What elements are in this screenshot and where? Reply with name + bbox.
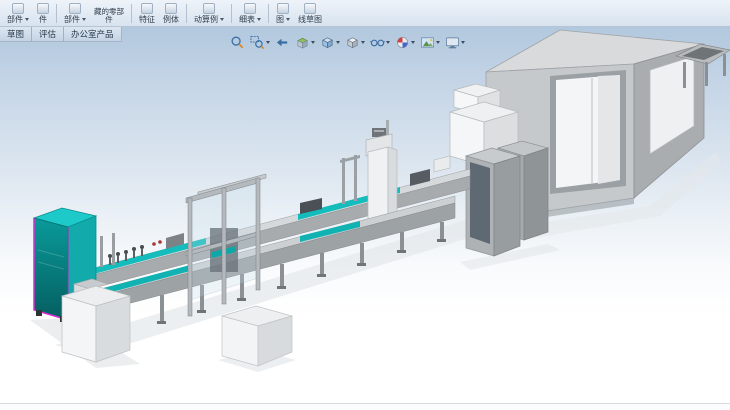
- viewport-bottom-border: [0, 403, 730, 410]
- viewport-3d-scene: [0, 0, 730, 410]
- edit-appearance-icon: [395, 35, 410, 50]
- ribbon-item-label: 部件: [64, 15, 80, 24]
- chevron-down-icon: [436, 41, 440, 44]
- ribbon-icon: [277, 3, 289, 14]
- ribbon-item-label: 图: [276, 15, 284, 24]
- zoom-area-icon: [250, 35, 265, 50]
- main-conveyor-back-rail[interactable]: [86, 169, 470, 290]
- edit-appearance-button[interactable]: [393, 31, 417, 53]
- command-tab-strip: 草图 评估 办公室产品: [0, 27, 122, 42]
- chevron-down-icon: [411, 41, 415, 44]
- tab-evaluate[interactable]: 评估: [32, 27, 64, 41]
- ribbon-icon: [244, 3, 256, 14]
- zoom-fit-icon: [230, 35, 245, 50]
- previous-view-button[interactable]: [273, 31, 292, 53]
- ribbon-item-label: 例体: [163, 15, 179, 24]
- chevron-down-icon: [361, 41, 365, 44]
- ribbon-icon: [141, 3, 153, 14]
- ribbon-item-0[interactable]: 部件: [3, 0, 33, 26]
- display-style-icon: [345, 35, 360, 50]
- hide-show-items-icon: [370, 35, 385, 50]
- tab-sketch[interactable]: 草图: [0, 27, 32, 41]
- ribbon-separator: [56, 4, 57, 23]
- zoom-fit-button[interactable]: [228, 31, 247, 53]
- chevron-down-icon: [220, 18, 224, 21]
- view-settings-icon: [445, 35, 460, 50]
- ribbon-item-label: 细表: [239, 15, 255, 24]
- ribbon-item-label: 特征: [139, 15, 155, 24]
- section-view-button[interactable]: [293, 31, 317, 53]
- ribbon-item-5[interactable]: 例体: [159, 0, 183, 26]
- ribbon-icon: [304, 3, 316, 14]
- chevron-down-icon: [286, 18, 290, 21]
- electrical-cabinets[interactable]: [466, 141, 548, 256]
- ribbon-item-9[interactable]: 线草图: [294, 0, 326, 26]
- ribbon-item-label: 藏的零部件: [94, 8, 124, 24]
- chevron-down-icon: [25, 18, 29, 21]
- chevron-down-icon: [82, 18, 86, 21]
- chevron-down-icon: [257, 18, 261, 21]
- ribbon-separator: [186, 4, 187, 23]
- chevron-down-icon: [336, 41, 340, 44]
- ribbon-icon: [37, 3, 49, 14]
- ribbon-icon: [165, 3, 177, 14]
- chevron-down-icon: [266, 41, 270, 44]
- tab-label: 办公室产品: [71, 28, 114, 40]
- display-style-button[interactable]: [343, 31, 367, 53]
- view-orientation-icon: [320, 35, 335, 50]
- section-view-icon: [295, 35, 310, 50]
- view-orientation-button[interactable]: [318, 31, 342, 53]
- tab-label: 草图: [7, 28, 24, 40]
- tab-label: 评估: [39, 28, 56, 40]
- tab-office-products[interactable]: 办公室产品: [64, 27, 121, 41]
- previous-view-icon: [275, 35, 290, 50]
- ribbon-item-4[interactable]: 特征: [135, 0, 159, 26]
- ribbon-item-6[interactable]: 动算例: [190, 0, 228, 26]
- ribbon-item-label: 件: [39, 15, 47, 24]
- ribbon-icon: [12, 3, 24, 14]
- ribbon-item-2[interactable]: 部件: [60, 0, 90, 26]
- heads-up-view-toolbar: [228, 31, 467, 53]
- ribbon-item-label: 线草图: [298, 15, 322, 24]
- view-settings-button[interactable]: [443, 31, 467, 53]
- ribbon-item-8[interactable]: 图: [272, 0, 294, 26]
- ribbon-item-label: 部件: [7, 15, 23, 24]
- ribbon-separator: [268, 4, 269, 23]
- ribbon-separator: [231, 4, 232, 23]
- ribbon-icon: [69, 3, 81, 14]
- chevron-down-icon: [461, 41, 465, 44]
- ribbon-icon: [203, 3, 215, 14]
- ribbon-item-1[interactable]: 件: [33, 0, 53, 26]
- ribbon-item-3[interactable]: 藏的零部件: [90, 0, 128, 26]
- hide-show-items-button[interactable]: [368, 31, 392, 53]
- chevron-down-icon: [386, 41, 390, 44]
- command-ribbon: 部件 件 部件 藏的零部件 特征 例体 动算例 细表 图 线草图: [0, 0, 730, 27]
- chevron-down-icon: [311, 41, 315, 44]
- ribbon-separator: [131, 4, 132, 23]
- apply-scene-button[interactable]: [418, 31, 442, 53]
- ribbon-item-7[interactable]: 细表: [235, 0, 265, 26]
- apply-scene-icon: [420, 35, 435, 50]
- zoom-area-button[interactable]: [248, 31, 272, 53]
- ribbon-item-label: 动算例: [194, 15, 218, 24]
